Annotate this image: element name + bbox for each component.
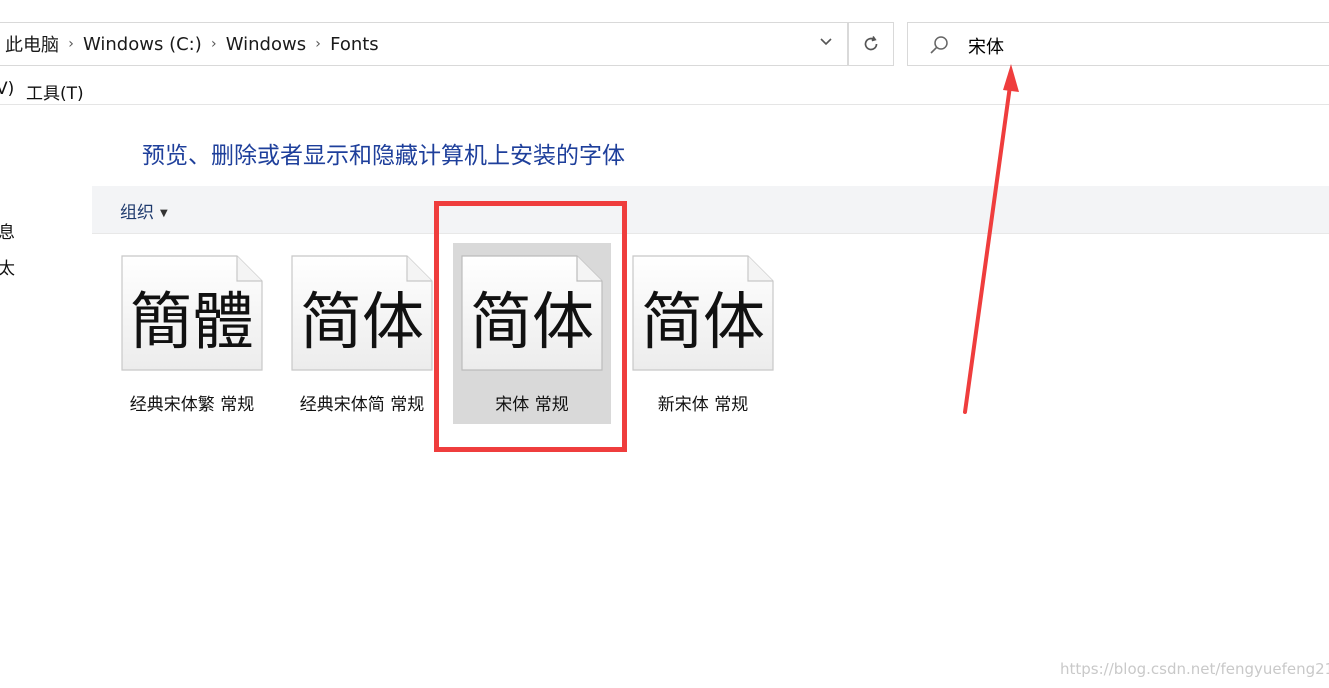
- font-file-icon: 简体: [632, 255, 774, 371]
- menu-item-tools[interactable]: 工具(T): [26, 79, 84, 104]
- font-item[interactable]: 簡體 经典宋体繁 常规: [113, 243, 271, 424]
- font-preview-glyphs: 简体: [641, 285, 765, 358]
- search-icon: [930, 36, 948, 54]
- font-item[interactable]: 简体 新宋体 常规: [624, 243, 782, 424]
- font-name: 经典宋体繁 常规: [129, 395, 255, 415]
- font-preview-glyphs: 簡體: [130, 285, 254, 358]
- font-file-icon: 簡體: [121, 255, 263, 371]
- command-toolbar: 组织 ▼: [92, 186, 1329, 234]
- menu-bar: V) 工具(T): [0, 79, 400, 104]
- chevron-right-icon: ›: [315, 36, 321, 52]
- watermark: https://blog.csdn.net/fengyuefeng212: [1060, 660, 1329, 678]
- search-input[interactable]: 宋体: [907, 22, 1329, 66]
- address-bar[interactable]: 此电脑 › Windows (C:) › Windows › Fonts: [0, 22, 848, 66]
- chevron-right-icon: ›: [68, 36, 74, 52]
- caret-down-icon: ▼: [160, 207, 168, 219]
- refresh-icon: [864, 36, 878, 51]
- address-history-dropdown[interactable]: [815, 33, 837, 55]
- nav-item-fragment[interactable]: 息: [0, 218, 15, 243]
- font-preview-glyphs: 简体: [300, 285, 424, 358]
- breadcrumb-this-pc[interactable]: 此电脑: [5, 31, 59, 57]
- annotation-highlight-box: [434, 201, 627, 452]
- font-name: 经典宋体简 常规: [299, 395, 425, 415]
- organize-button[interactable]: 组织 ▼: [120, 198, 168, 223]
- font-item[interactable]: 简体 经典宋体简 常规: [283, 243, 441, 424]
- chevron-down-icon: [820, 38, 832, 46]
- refresh-button[interactable]: [848, 22, 894, 66]
- divider: [0, 104, 1329, 105]
- chevron-right-icon: ›: [210, 36, 217, 52]
- font-name: 新宋体 常规: [657, 395, 749, 415]
- nav-item-fragment[interactable]: 太: [0, 254, 15, 279]
- organize-label: 组织: [120, 203, 154, 223]
- page-title: 预览、删除或者显示和隐藏计算机上安装的字体: [142, 143, 625, 169]
- search-query: 宋体: [968, 37, 1004, 58]
- breadcrumb-windows[interactable]: Windows: [226, 34, 306, 55]
- breadcrumb-drive[interactable]: Windows (C:): [83, 34, 202, 55]
- breadcrumb-fonts[interactable]: Fonts: [330, 34, 379, 55]
- font-file-icon: 简体: [291, 255, 433, 371]
- menu-item-view[interactable]: V): [0, 79, 14, 99]
